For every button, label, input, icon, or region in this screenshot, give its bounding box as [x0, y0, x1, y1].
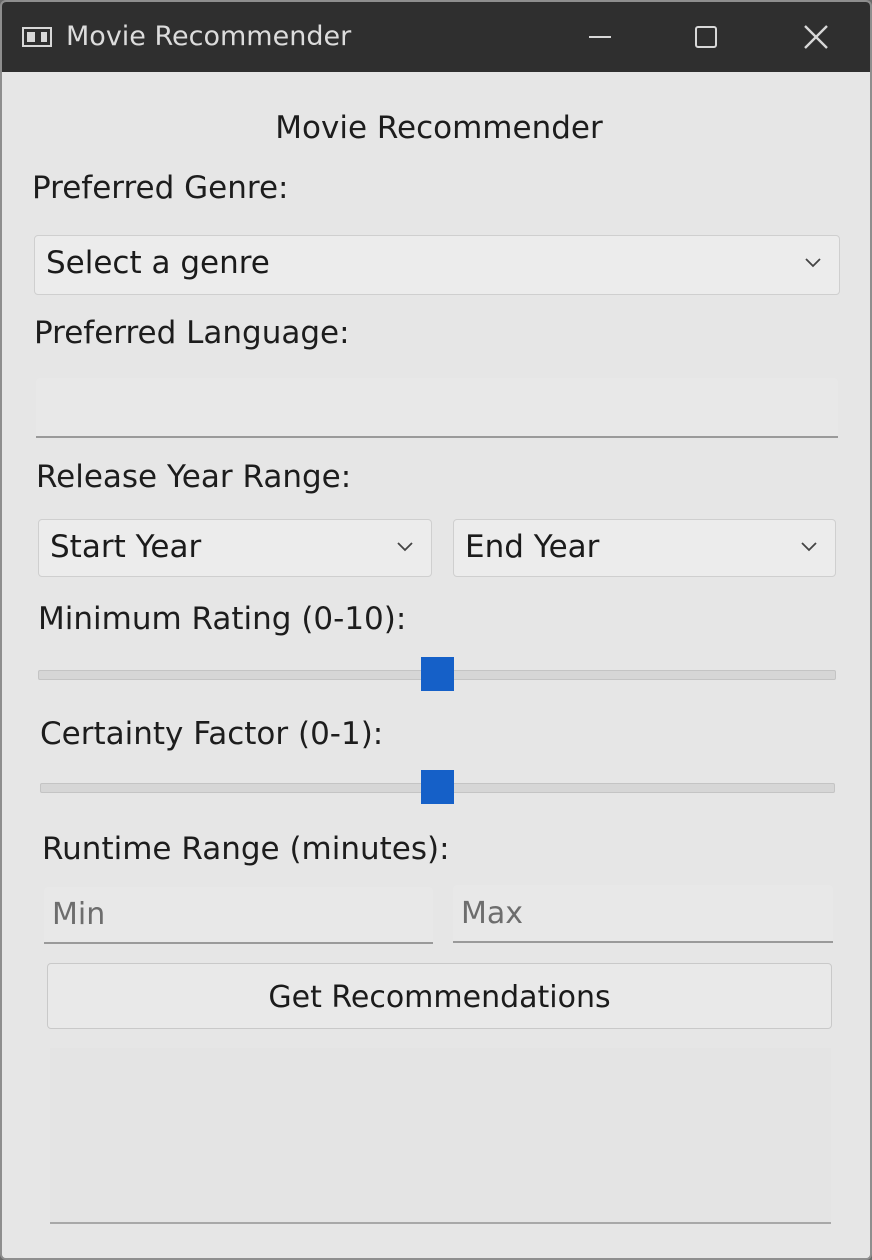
app-window-icon: [22, 27, 52, 47]
minimize-button[interactable]: [570, 12, 630, 62]
min-rating-label: Minimum Rating (0-10):: [38, 601, 407, 637]
get-recommendations-button[interactable]: Get Recommendations: [47, 963, 832, 1029]
genre-label: Preferred Genre:: [32, 170, 289, 206]
chevron-down-icon: [805, 258, 821, 268]
language-input[interactable]: [36, 378, 838, 436]
maximize-button[interactable]: [676, 12, 736, 62]
close-icon: [804, 25, 828, 49]
start-year-select[interactable]: Start Year: [38, 519, 432, 577]
maximize-icon: [695, 26, 717, 48]
window-title: Movie Recommender: [66, 21, 352, 52]
release-year-label: Release Year Range:: [36, 459, 352, 495]
chevron-down-icon: [801, 542, 817, 552]
title-bar[interactable]: Movie Recommender: [2, 2, 870, 72]
language-label: Preferred Language:: [34, 315, 350, 351]
slider-thumb[interactable]: [421, 770, 454, 804]
slider-thumb[interactable]: [420, 657, 454, 691]
genre-select[interactable]: Select a genre: [34, 235, 840, 295]
form-area: Movie Recommender Preferred Genre: Selec…: [2, 72, 870, 1258]
runtime-label: Runtime Range (minutes):: [42, 831, 450, 867]
end-year-select[interactable]: End Year: [453, 519, 836, 577]
end-year-value: End Year: [465, 529, 600, 565]
certainty-label: Certainty Factor (0-1):: [40, 716, 384, 752]
app-window: Movie Recommender Movie Recommender Pref…: [0, 0, 872, 1260]
page-title: Movie Recommender: [275, 110, 603, 146]
close-button[interactable]: [786, 12, 846, 62]
results-area[interactable]: [50, 1048, 831, 1224]
min-rating-slider[interactable]: [38, 657, 836, 693]
start-year-value: Start Year: [50, 529, 202, 565]
runtime-max-field[interactable]: [453, 885, 833, 943]
runtime-max-input[interactable]: [453, 885, 833, 941]
certainty-slider[interactable]: [40, 770, 835, 806]
minimize-icon: [589, 36, 611, 38]
runtime-min-input[interactable]: [44, 887, 433, 942]
chevron-down-icon: [397, 542, 413, 552]
language-field[interactable]: [36, 378, 838, 438]
genre-select-value: Select a genre: [46, 245, 270, 281]
runtime-min-field[interactable]: [44, 887, 433, 944]
